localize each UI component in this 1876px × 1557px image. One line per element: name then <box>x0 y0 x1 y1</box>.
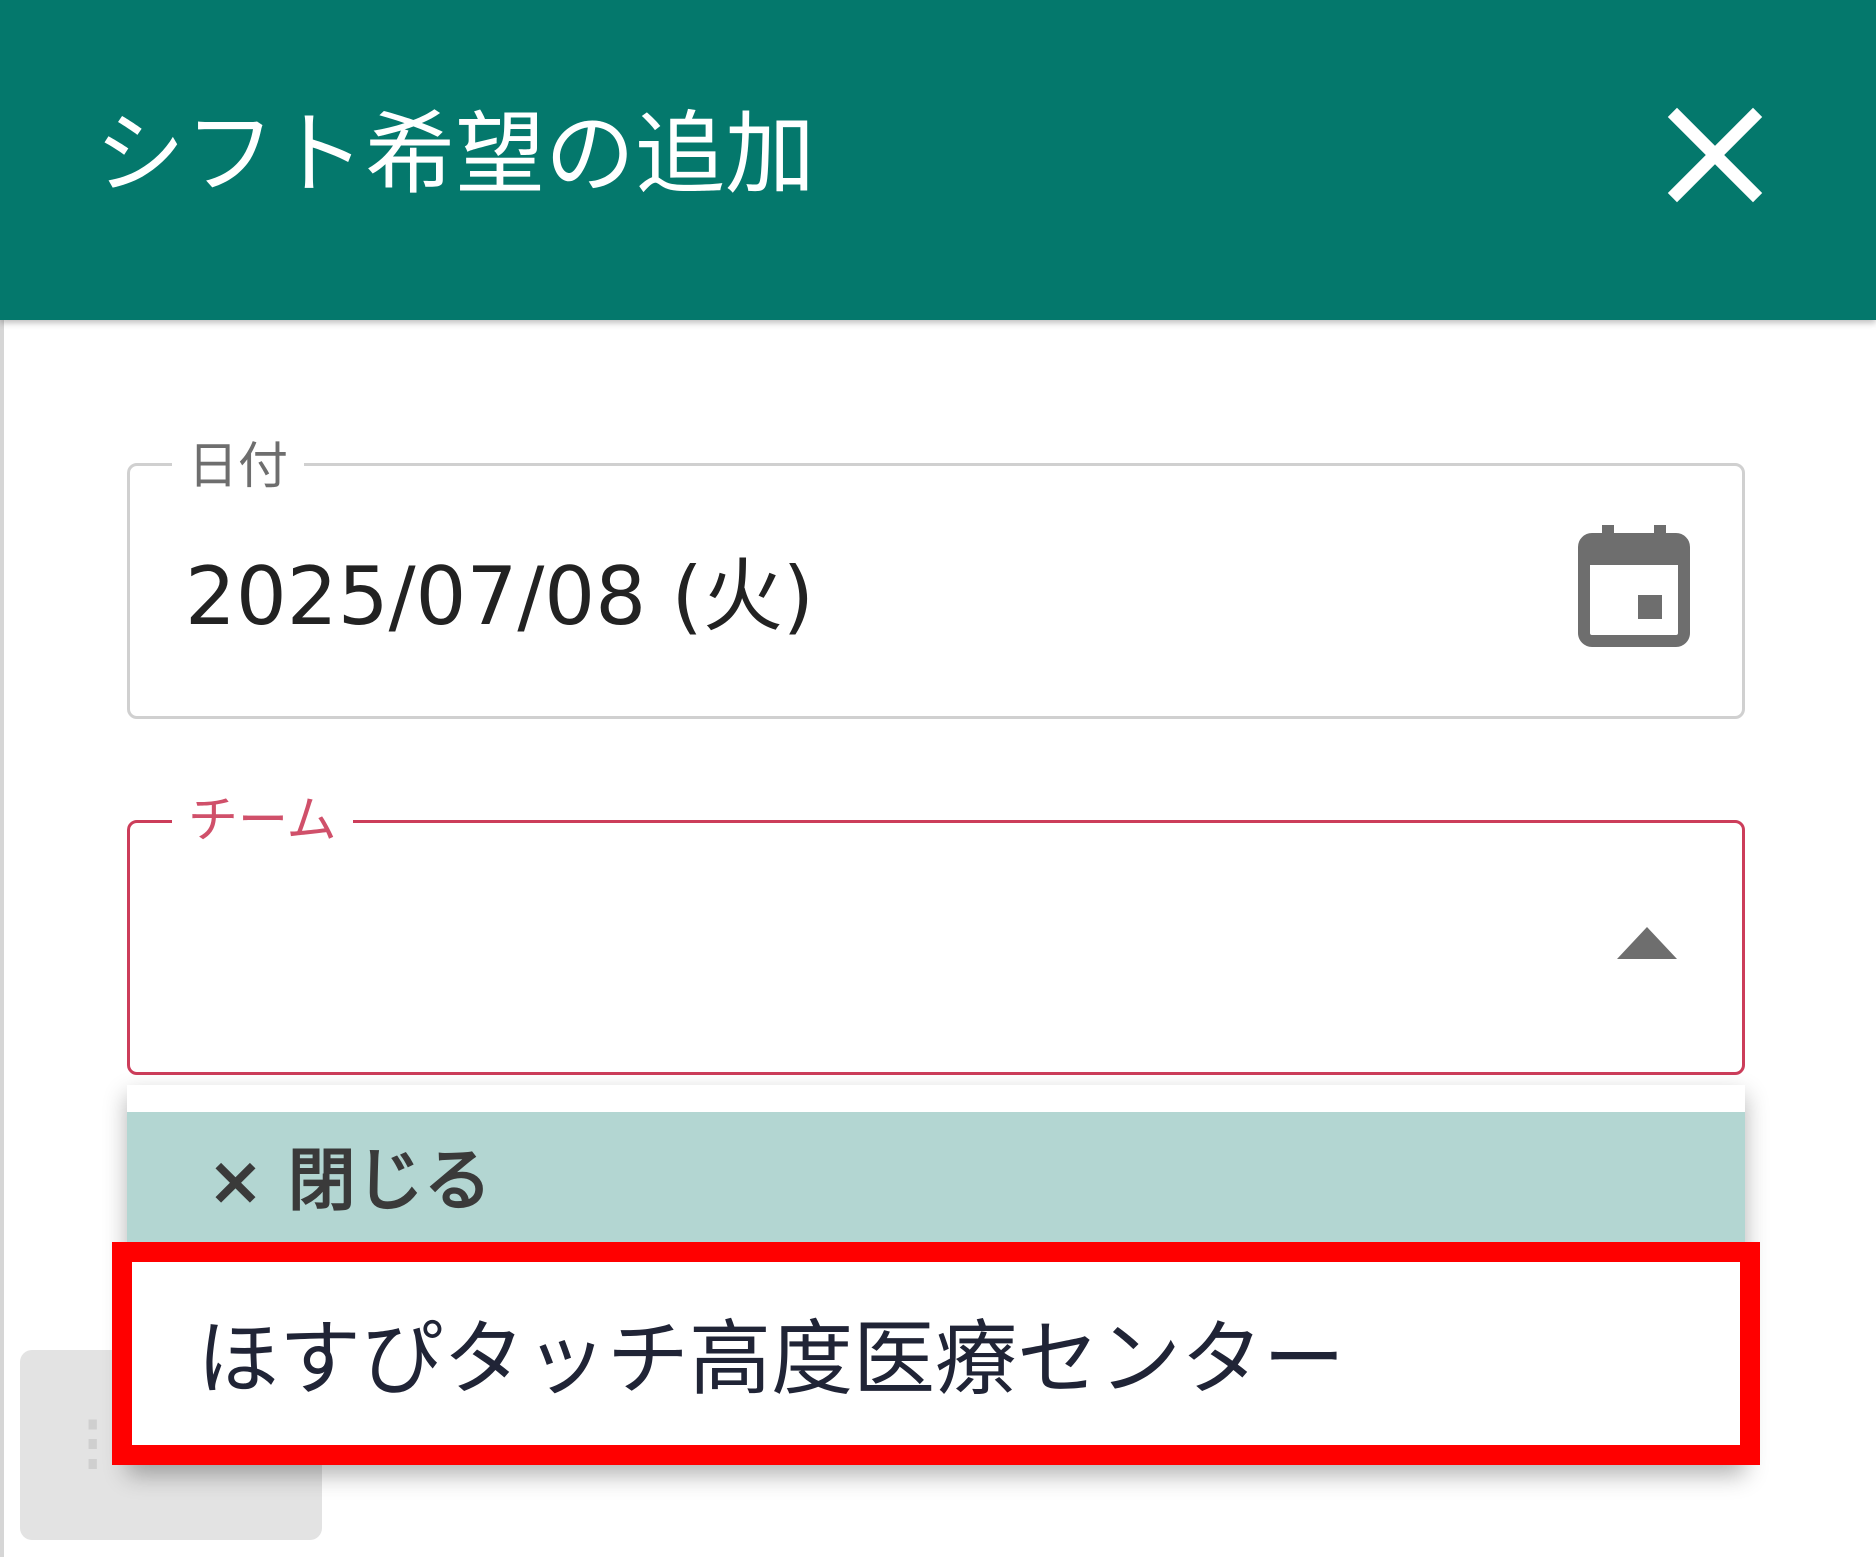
date-field-label: 日付 <box>172 436 304 496</box>
team-select-label: チーム <box>172 790 353 850</box>
arrow-up-icon[interactable] <box>1615 925 1679 961</box>
dialog-title: シフト希望の追加 <box>95 102 815 207</box>
close-icon <box>1667 107 1763 203</box>
dialog-header: シフト希望の追加 <box>0 0 1876 320</box>
team-dropdown: × 閉じる ほすぴタッチ高度医療センター <box>112 1085 1760 1465</box>
partially-hidden-button-glyph: ⁝ <box>80 1398 106 1491</box>
dropdown-close-label: × 閉じる <box>207 1142 492 1221</box>
team-select[interactable] <box>127 820 1745 1075</box>
dialog-left-edge <box>0 320 4 1557</box>
calendar-icon[interactable] <box>1578 525 1690 647</box>
date-field-value[interactable]: 2025/07/08 (火) <box>185 552 814 642</box>
dropdown-option[interactable]: ほすぴタッチ高度医療センター <box>112 1242 1760 1465</box>
dropdown-option-label: ほすぴタッチ高度医療センター <box>197 1312 1346 1407</box>
dropdown-close-button[interactable]: × 閉じる <box>127 1112 1745 1242</box>
close-button[interactable] <box>1665 105 1765 205</box>
